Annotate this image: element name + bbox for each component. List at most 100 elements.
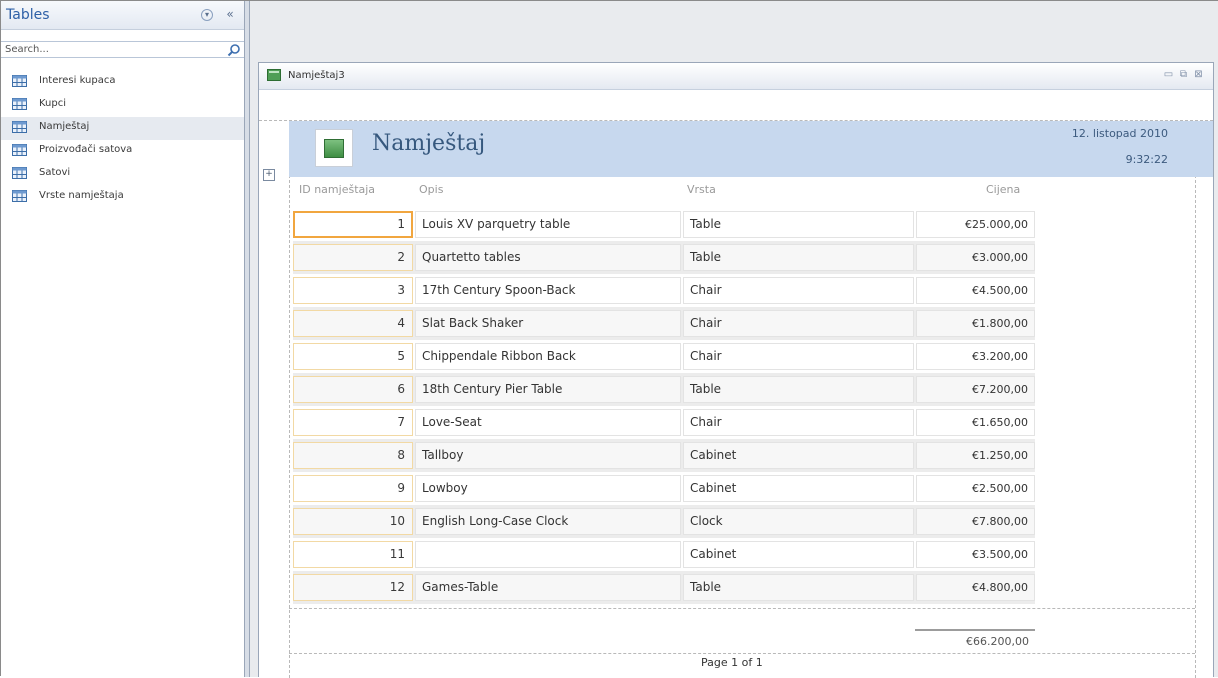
table-row: 4 Slat Back Shaker Chair €1.800,00 (293, 307, 1035, 340)
table-icon (12, 121, 27, 133)
cell-id[interactable]: 6 (293, 376, 413, 403)
table-row: 7 Love-Seat Chair €1.650,00 (293, 406, 1035, 439)
cell-id[interactable]: 1 (293, 211, 413, 238)
nav-item-label: Interesi kupaca (39, 75, 116, 86)
table-icon (12, 75, 27, 87)
cell-vrsta[interactable]: Chair (683, 310, 914, 337)
cell-vrsta[interactable]: Table (683, 211, 914, 238)
cell-id[interactable]: 10 (293, 508, 413, 535)
cell-cijena[interactable]: €1.800,00 (916, 310, 1035, 337)
nav-item-satovi[interactable]: Satovi (1, 163, 244, 186)
cell-opis[interactable]: 18th Century Pier Table (415, 376, 681, 403)
nav-item-label: Namještaj (39, 121, 90, 132)
report-window: Namještaj3 ▭ ⧉ ⊠ Namještaj 12. listopad … (258, 62, 1214, 678)
nav-item-kupci[interactable]: Kupci (1, 94, 244, 117)
column-header-opis[interactable]: Opis (419, 183, 443, 196)
cell-id[interactable]: 12 (293, 574, 413, 601)
cell-vrsta[interactable]: Table (683, 574, 914, 601)
cell-opis[interactable]: Quartetto tables (415, 244, 681, 271)
cell-cijena[interactable]: €3.000,00 (916, 244, 1035, 271)
report-page: Namještaj 12. listopad 2010 9:32:22 + ID… (259, 90, 1213, 678)
cell-vrsta[interactable]: Cabinet (683, 475, 914, 502)
table-icon (12, 167, 27, 179)
cell-cijena[interactable]: €3.500,00 (916, 541, 1035, 568)
cell-id[interactable]: 7 (293, 409, 413, 436)
cell-opis[interactable]: English Long-Case Clock (415, 508, 681, 535)
cell-vrsta[interactable]: Chair (683, 409, 914, 436)
cell-id[interactable]: 4 (293, 310, 413, 337)
search-input[interactable] (3, 42, 220, 57)
cell-cijena[interactable]: €2.500,00 (916, 475, 1035, 502)
total-cijena[interactable]: €66.200,00 (915, 632, 1035, 652)
cell-cijena[interactable]: €7.800,00 (916, 508, 1035, 535)
close-icon[interactable]: ⊠ (1193, 69, 1204, 80)
column-header-vrsta[interactable]: Vrsta (687, 183, 716, 196)
nav-item-vrste-namjestaja[interactable]: Vrste namještaja (1, 186, 244, 209)
report-icon (267, 69, 281, 81)
report-date[interactable]: 12. listopad 2010 (1072, 127, 1168, 140)
cell-opis[interactable]: Chippendale Ribbon Back (415, 343, 681, 370)
total-separator (915, 629, 1035, 631)
cell-opis[interactable]: 17th Century Spoon-Back (415, 277, 681, 304)
table-row: 3 17th Century Spoon-Back Chair €4.500,0… (293, 274, 1035, 307)
cell-cijena[interactable]: €1.250,00 (916, 442, 1035, 469)
search-icon[interactable] (227, 43, 241, 57)
nav-item-label: Proizvođači satova (39, 144, 133, 155)
cell-id[interactable]: 5 (293, 343, 413, 370)
report-title[interactable]: Namještaj (372, 131, 485, 156)
cell-opis[interactable] (415, 541, 681, 568)
nav-table-list: Interesi kupaca Kupci Namještaj Proizvođ… (1, 71, 244, 209)
column-header-cijena[interactable]: Cijena (986, 183, 1020, 196)
table-row: 2 Quartetto tables Table €3.000,00 (293, 241, 1035, 274)
nav-item-label: Satovi (39, 167, 71, 178)
nav-collapse-icon[interactable]: « (223, 7, 237, 21)
cell-id[interactable]: 3 (293, 277, 413, 304)
restore-icon[interactable]: ⧉ (1178, 69, 1189, 80)
page-number[interactable]: Page 1 of 1 (701, 656, 763, 669)
cell-opis[interactable]: Lowboy (415, 475, 681, 502)
table-row: 9 Lowboy Cabinet €2.500,00 (293, 472, 1035, 505)
cell-opis[interactable]: Games-Table (415, 574, 681, 601)
cell-cijena[interactable]: €4.500,00 (916, 277, 1035, 304)
cell-vrsta[interactable]: Cabinet (683, 442, 914, 469)
nav-title[interactable]: Tables (6, 7, 50, 23)
cell-id[interactable]: 2 (293, 244, 413, 271)
cell-id[interactable]: 9 (293, 475, 413, 502)
nav-item-label: Kupci (39, 98, 67, 109)
cell-vrsta[interactable]: Table (683, 376, 914, 403)
nav-item-interesi-kupaca[interactable]: Interesi kupaca (1, 71, 244, 94)
cell-vrsta[interactable]: Clock (683, 508, 914, 535)
nav-item-namjestaj[interactable]: Namještaj (1, 117, 244, 140)
cell-vrsta[interactable]: Chair (683, 277, 914, 304)
section-guide (289, 608, 1195, 609)
cell-opis[interactable]: Tallboy (415, 442, 681, 469)
nav-item-proizvodaci-satova[interactable]: Proizvođači satova (1, 140, 244, 163)
table-row: 11 Cabinet €3.500,00 (293, 538, 1035, 571)
report-detail-grid: 1 Louis XV parquetry table Table €25.000… (293, 208, 1035, 604)
cell-opis[interactable]: Louis XV parquetry table (415, 211, 681, 238)
cell-vrsta[interactable]: Chair (683, 343, 914, 370)
cell-cijena[interactable]: €7.200,00 (916, 376, 1035, 403)
nav-item-label: Vrste namještaja (39, 190, 124, 201)
column-header-id[interactable]: ID namještaja (299, 183, 375, 196)
cell-cijena[interactable]: €25.000,00 (916, 211, 1035, 238)
app-frame: Tables ▾ « Interesi kupaca Kupci Namješt… (0, 0, 1218, 678)
cell-vrsta[interactable]: Table (683, 244, 914, 271)
cell-cijena[interactable]: €3.200,00 (916, 343, 1035, 370)
cell-cijena[interactable]: €4.800,00 (916, 574, 1035, 601)
cell-opis[interactable]: Slat Back Shaker (415, 310, 681, 337)
section-guide (289, 120, 290, 678)
cell-id[interactable]: 8 (293, 442, 413, 469)
layout-move-handle[interactable]: + (263, 169, 275, 181)
nav-menu-icon[interactable]: ▾ (201, 9, 213, 21)
report-time[interactable]: 9:32:22 (1126, 153, 1168, 166)
table-row: 10 English Long-Case Clock Clock €7.800,… (293, 505, 1035, 538)
cell-opis[interactable]: Love-Seat (415, 409, 681, 436)
report-logo (315, 129, 353, 167)
cell-id[interactable]: 11 (293, 541, 413, 568)
table-icon (12, 190, 27, 202)
cell-cijena[interactable]: €1.650,00 (916, 409, 1035, 436)
cell-vrsta[interactable]: Cabinet (683, 541, 914, 568)
window-titlebar[interactable]: Namještaj3 ▭ ⧉ ⊠ (259, 63, 1213, 90)
minimize-icon[interactable]: ▭ (1163, 69, 1174, 80)
